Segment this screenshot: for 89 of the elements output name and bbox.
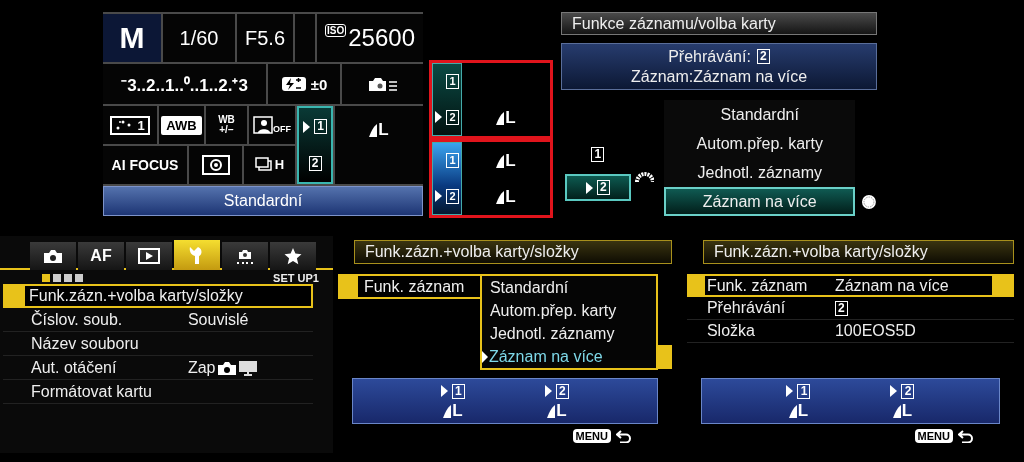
record-function-text: Záznam:Záznam na více	[630, 67, 808, 86]
wb-shift-indicator[interactable]: WB +/−	[206, 106, 247, 144]
iso-badge: ISO	[325, 24, 347, 37]
card-number: 2	[756, 49, 770, 64]
menu-row[interactable]: Složka 100EOS5D	[686, 320, 1014, 343]
setting-label: Přehrávání	[706, 299, 787, 317]
menu-item-label: Funk.zázn.+volba karty/složky	[29, 287, 243, 305]
setting-label: Funk. záznam	[706, 276, 809, 295]
menu-item-label: Číslov. soub.	[31, 310, 123, 329]
card-number: 2	[834, 300, 848, 316]
card-number: 2	[890, 383, 915, 399]
picture-style-name: Standardní	[103, 186, 423, 216]
blank-cell	[295, 14, 315, 62]
menu-item[interactable]: Formátovat kartu	[3, 380, 313, 404]
image-quality-label: L	[547, 401, 567, 419]
image-quality-label: L	[496, 151, 516, 169]
custom-tab[interactable]	[222, 242, 268, 270]
my-menu-tab[interactable]	[270, 242, 316, 270]
wb-mode-indicator[interactable]: AWB	[161, 115, 202, 135]
card-number: 1	[303, 119, 327, 134]
return-icon	[615, 429, 632, 443]
star-icon	[284, 247, 302, 265]
camera-tab[interactable]	[30, 242, 76, 270]
setting-label: Složka	[706, 322, 756, 340]
card-selector[interactable]: 1 2	[297, 106, 333, 184]
image-quality-label: L	[369, 121, 389, 139]
card-number: 1	[591, 147, 605, 162]
af-tab[interactable]: AF	[78, 242, 124, 270]
dropdown-option[interactable]: Autom.přep. karty	[481, 299, 656, 322]
dialog-title: Funkce záznamu/volba karty	[561, 12, 877, 35]
image-quality-label: L	[496, 188, 516, 206]
camera-dots-icon	[234, 247, 256, 265]
menu-item[interactable]: Číslov. soub. Souvislé	[3, 308, 313, 332]
image-quality-label: L	[443, 401, 463, 419]
camera-icon	[216, 359, 237, 376]
record-option[interactable]: Záznam na více	[664, 187, 856, 216]
record-option[interactable]: Jednotl. záznamy	[664, 158, 856, 187]
picture-style-indicator[interactable]: 1	[110, 115, 150, 135]
card-number: 2	[435, 188, 459, 204]
menu-item-label: Aut. otáčení	[31, 358, 117, 377]
menu-button-label: MENU	[572, 429, 611, 443]
dropdown-option[interactable]: Záznam na více	[481, 345, 656, 368]
dropdown-option[interactable]: Jednotl. záznamy	[481, 322, 656, 345]
image-quality-label: L	[496, 109, 516, 127]
camera-icon	[43, 248, 63, 264]
menu-button-label: MENU	[914, 429, 953, 443]
shooting-mode[interactable]: M	[103, 14, 161, 62]
flash-compensation-value[interactable]: ±0	[310, 75, 328, 93]
metering-icon[interactable]	[201, 155, 230, 175]
menu-item-label: Název souboru	[31, 334, 139, 353]
setting-value: 100EOS5D	[834, 322, 916, 340]
dial-icon	[861, 194, 877, 210]
shutter-speed[interactable]: 1/60	[163, 14, 235, 62]
playback-label: Přehrávání:	[668, 47, 751, 66]
menu-item[interactable]: Aut. otáčení Zap	[3, 356, 313, 380]
card-number: 2	[544, 383, 569, 399]
monitor-icon	[237, 359, 258, 376]
flash-compensation-icon	[280, 76, 307, 92]
menu-item-value: Zap	[187, 358, 216, 377]
record-option[interactable]: Autom.přep. karty	[664, 129, 856, 158]
af-mode[interactable]: AI FOCUS	[103, 146, 187, 184]
return-icon	[958, 429, 974, 443]
iso-value[interactable]: 25600	[348, 24, 415, 52]
exposure-scale[interactable]: ⁻3..2..1..⁰..1..2.⁺3	[103, 64, 266, 104]
menu-title: Funk.zázn.+volba karty/složky	[353, 240, 672, 264]
menu-item-value: Souvislé	[187, 310, 249, 329]
image-quality-label: L	[892, 401, 913, 419]
menu-item-label: Formátovat kartu	[31, 382, 152, 401]
record-option[interactable]: Standardní	[664, 100, 856, 129]
card-number: 1	[440, 383, 465, 399]
card-number: 2	[308, 156, 322, 171]
camera-settings-icon[interactable]	[367, 76, 398, 92]
card-number: 2	[435, 109, 459, 125]
page-label: SET UP1	[273, 272, 319, 284]
dial-arc-icon	[634, 171, 655, 183]
menu-row[interactable]: Funk. záznam Záznam na více	[686, 274, 1014, 297]
playback-tab[interactable]	[126, 242, 172, 270]
play-icon	[138, 248, 160, 264]
menu-row[interactable]: Přehrávání 2	[686, 297, 1014, 320]
dropdown-option[interactable]: Standardní	[481, 276, 656, 299]
card-number: 1	[786, 383, 811, 399]
menu-title: Funk.zázn.+volba karty/složky	[702, 240, 1014, 264]
menu-item[interactable]: Funk.zázn.+volba karty/složky	[3, 284, 313, 308]
menu-item[interactable]: Název souboru	[3, 332, 313, 356]
setting-value: Záznam na více	[834, 276, 949, 295]
card-number: 2	[585, 180, 610, 195]
aperture-value[interactable]: F5.6	[237, 14, 293, 62]
setting-label[interactable]: Funk. záznam	[337, 274, 480, 299]
image-quality-label: L	[788, 401, 809, 419]
